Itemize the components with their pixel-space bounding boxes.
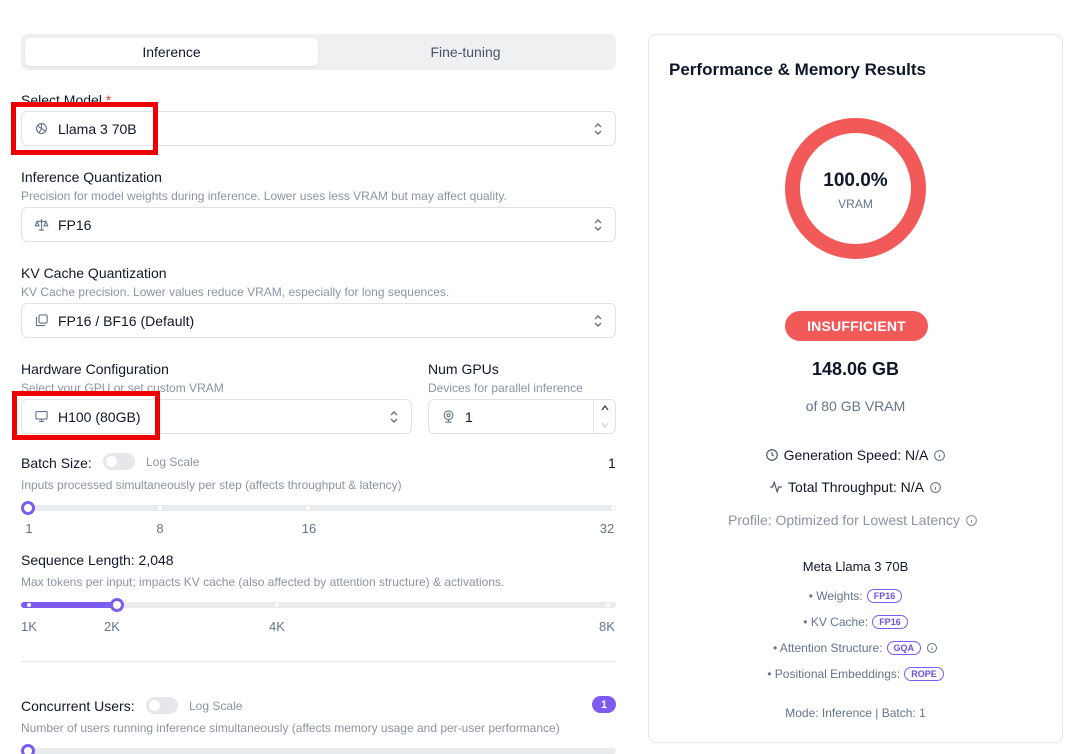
batch-size-slider-thumb[interactable] — [21, 501, 35, 515]
mode-summary: Mode: Inference | Batch: 1 — [785, 706, 926, 720]
kv-quant-select[interactable]: FP16 / BF16 (Default) — [21, 303, 616, 338]
concurrent-users-hint: Number of users running inference simult… — [21, 721, 560, 735]
num-gpus-value: 1 — [465, 408, 473, 425]
status-badge: INSUFFICIENT — [785, 311, 928, 341]
vram-label: VRAM — [838, 197, 873, 211]
kv-quant-label: KV Cache Quantization — [21, 265, 167, 281]
highlight-box-hardware — [12, 391, 160, 440]
batch-size-value: 1 — [608, 455, 616, 471]
tab-fine-tuning[interactable]: Fine-tuning — [319, 38, 612, 66]
generation-speed: Generation Speed: N/A — [783, 447, 929, 463]
results-title: Performance & Memory Results — [669, 60, 926, 79]
spec-weights: • Weights: FP16 — [649, 589, 1062, 603]
sequence-tick-8k: 8K — [599, 619, 615, 634]
inference-quant-select[interactable]: FP16 — [21, 207, 616, 242]
batch-tick-8: 8 — [156, 521, 164, 536]
memory-of-vram: of 80 GB VRAM — [805, 398, 906, 414]
chevrons-up-down-icon — [594, 219, 602, 231]
chevron-up-icon[interactable] — [600, 404, 610, 412]
chevrons-up-down-icon — [594, 123, 602, 135]
info-icon[interactable] — [929, 481, 942, 494]
sequence-tick-1k: 1K — [21, 619, 37, 634]
chevrons-up-down-icon — [390, 411, 398, 423]
chevrons-up-down-icon — [594, 315, 602, 327]
highlight-box-model — [11, 102, 158, 155]
kv-cache-badge: FP16 — [872, 615, 908, 629]
concurrent-users-label: Concurrent Users: — [21, 698, 135, 714]
num-gpus-stepper[interactable] — [593, 400, 615, 433]
webcam-icon — [440, 409, 456, 425]
batch-tick-1: 1 — [25, 521, 33, 536]
batch-size-label: Batch Size: — [21, 455, 92, 471]
batch-size-hint: Inputs processed simultaneously per step… — [21, 478, 402, 492]
weights-badge: FP16 — [866, 589, 903, 603]
total-throughput: Total Throughput: N/A — [788, 479, 924, 495]
spec-positional: • Positional Embeddings: ROPE — [649, 667, 1062, 681]
sequence-tick-2k: 2K — [104, 619, 120, 634]
inference-quant-hint: Precision for model weights during infer… — [21, 189, 507, 203]
concurrent-users-slider-thumb[interactable] — [21, 744, 35, 754]
kv-quant-hint: KV Cache precision. Lower values reduce … — [21, 285, 450, 299]
sequence-tick-4k: 4K — [269, 619, 285, 634]
activity-icon — [770, 480, 782, 494]
num-gpus-label: Num GPUs — [428, 361, 499, 377]
generation-speed-row: Generation Speed: N/A — [649, 447, 1062, 463]
inference-quant-label: Inference Quantization — [21, 169, 162, 185]
chevron-down-icon[interactable] — [600, 421, 610, 429]
concurrent-users-slider-track[interactable] — [21, 748, 616, 754]
layers-icon — [33, 313, 49, 329]
scale-icon — [33, 217, 49, 233]
info-icon[interactable] — [965, 514, 978, 527]
spec-attention: • Attention Structure: GQA — [649, 641, 1062, 655]
concurrent-users-value-badge: 1 — [592, 696, 616, 713]
inference-quant-value: FP16 — [58, 216, 92, 233]
sequence-length-label: Sequence Length: 2,048 — [21, 552, 174, 568]
concurrent-log-scale-label: Log Scale — [189, 699, 243, 713]
batch-log-scale-label: Log Scale — [146, 455, 200, 469]
total-throughput-row: Total Throughput: N/A — [649, 479, 1062, 495]
profile-row: Profile: Optimized for Lowest Latency — [649, 512, 1062, 528]
sequence-length-hint: Max tokens per input; impacts KV cache (… — [21, 575, 505, 589]
sequence-length-slider-thumb[interactable] — [109, 598, 124, 612]
kv-quant-value: FP16 / BF16 (Default) — [58, 312, 195, 329]
tab-inference[interactable]: Inference — [25, 38, 318, 66]
results-card: Performance & Memory Results 100.0% VRAM… — [648, 34, 1063, 743]
num-gpus-hint: Devices for parallel inference — [428, 381, 583, 395]
profile-text: Profile: Optimized for Lowest Latency — [728, 512, 960, 528]
info-icon[interactable] — [933, 449, 946, 462]
memory-required: 148.06 GB — [811, 359, 900, 379]
clock-icon — [765, 449, 778, 461]
batch-size-slider-track[interactable] — [21, 505, 616, 511]
section-divider — [21, 661, 616, 662]
concurrent-log-scale-toggle[interactable] — [146, 697, 178, 714]
vram-percent: 100.0% — [823, 170, 888, 191]
batch-tick-16: 16 — [301, 521, 317, 536]
spec-kv-cache: • KV Cache: FP16 — [649, 615, 1062, 629]
hardware-label: Hardware Configuration — [21, 361, 169, 377]
num-gpus-input[interactable]: 1 — [428, 399, 616, 434]
batch-log-scale-toggle[interactable] — [103, 453, 135, 470]
model-name: Meta Llama 3 70B — [802, 559, 909, 574]
mode-tabs: Inference Fine-tuning — [21, 34, 616, 70]
batch-tick-32: 32 — [599, 521, 615, 536]
positional-badge: ROPE — [904, 667, 944, 681]
attention-badge: GQA — [886, 641, 922, 655]
info-icon[interactable] — [926, 642, 938, 654]
